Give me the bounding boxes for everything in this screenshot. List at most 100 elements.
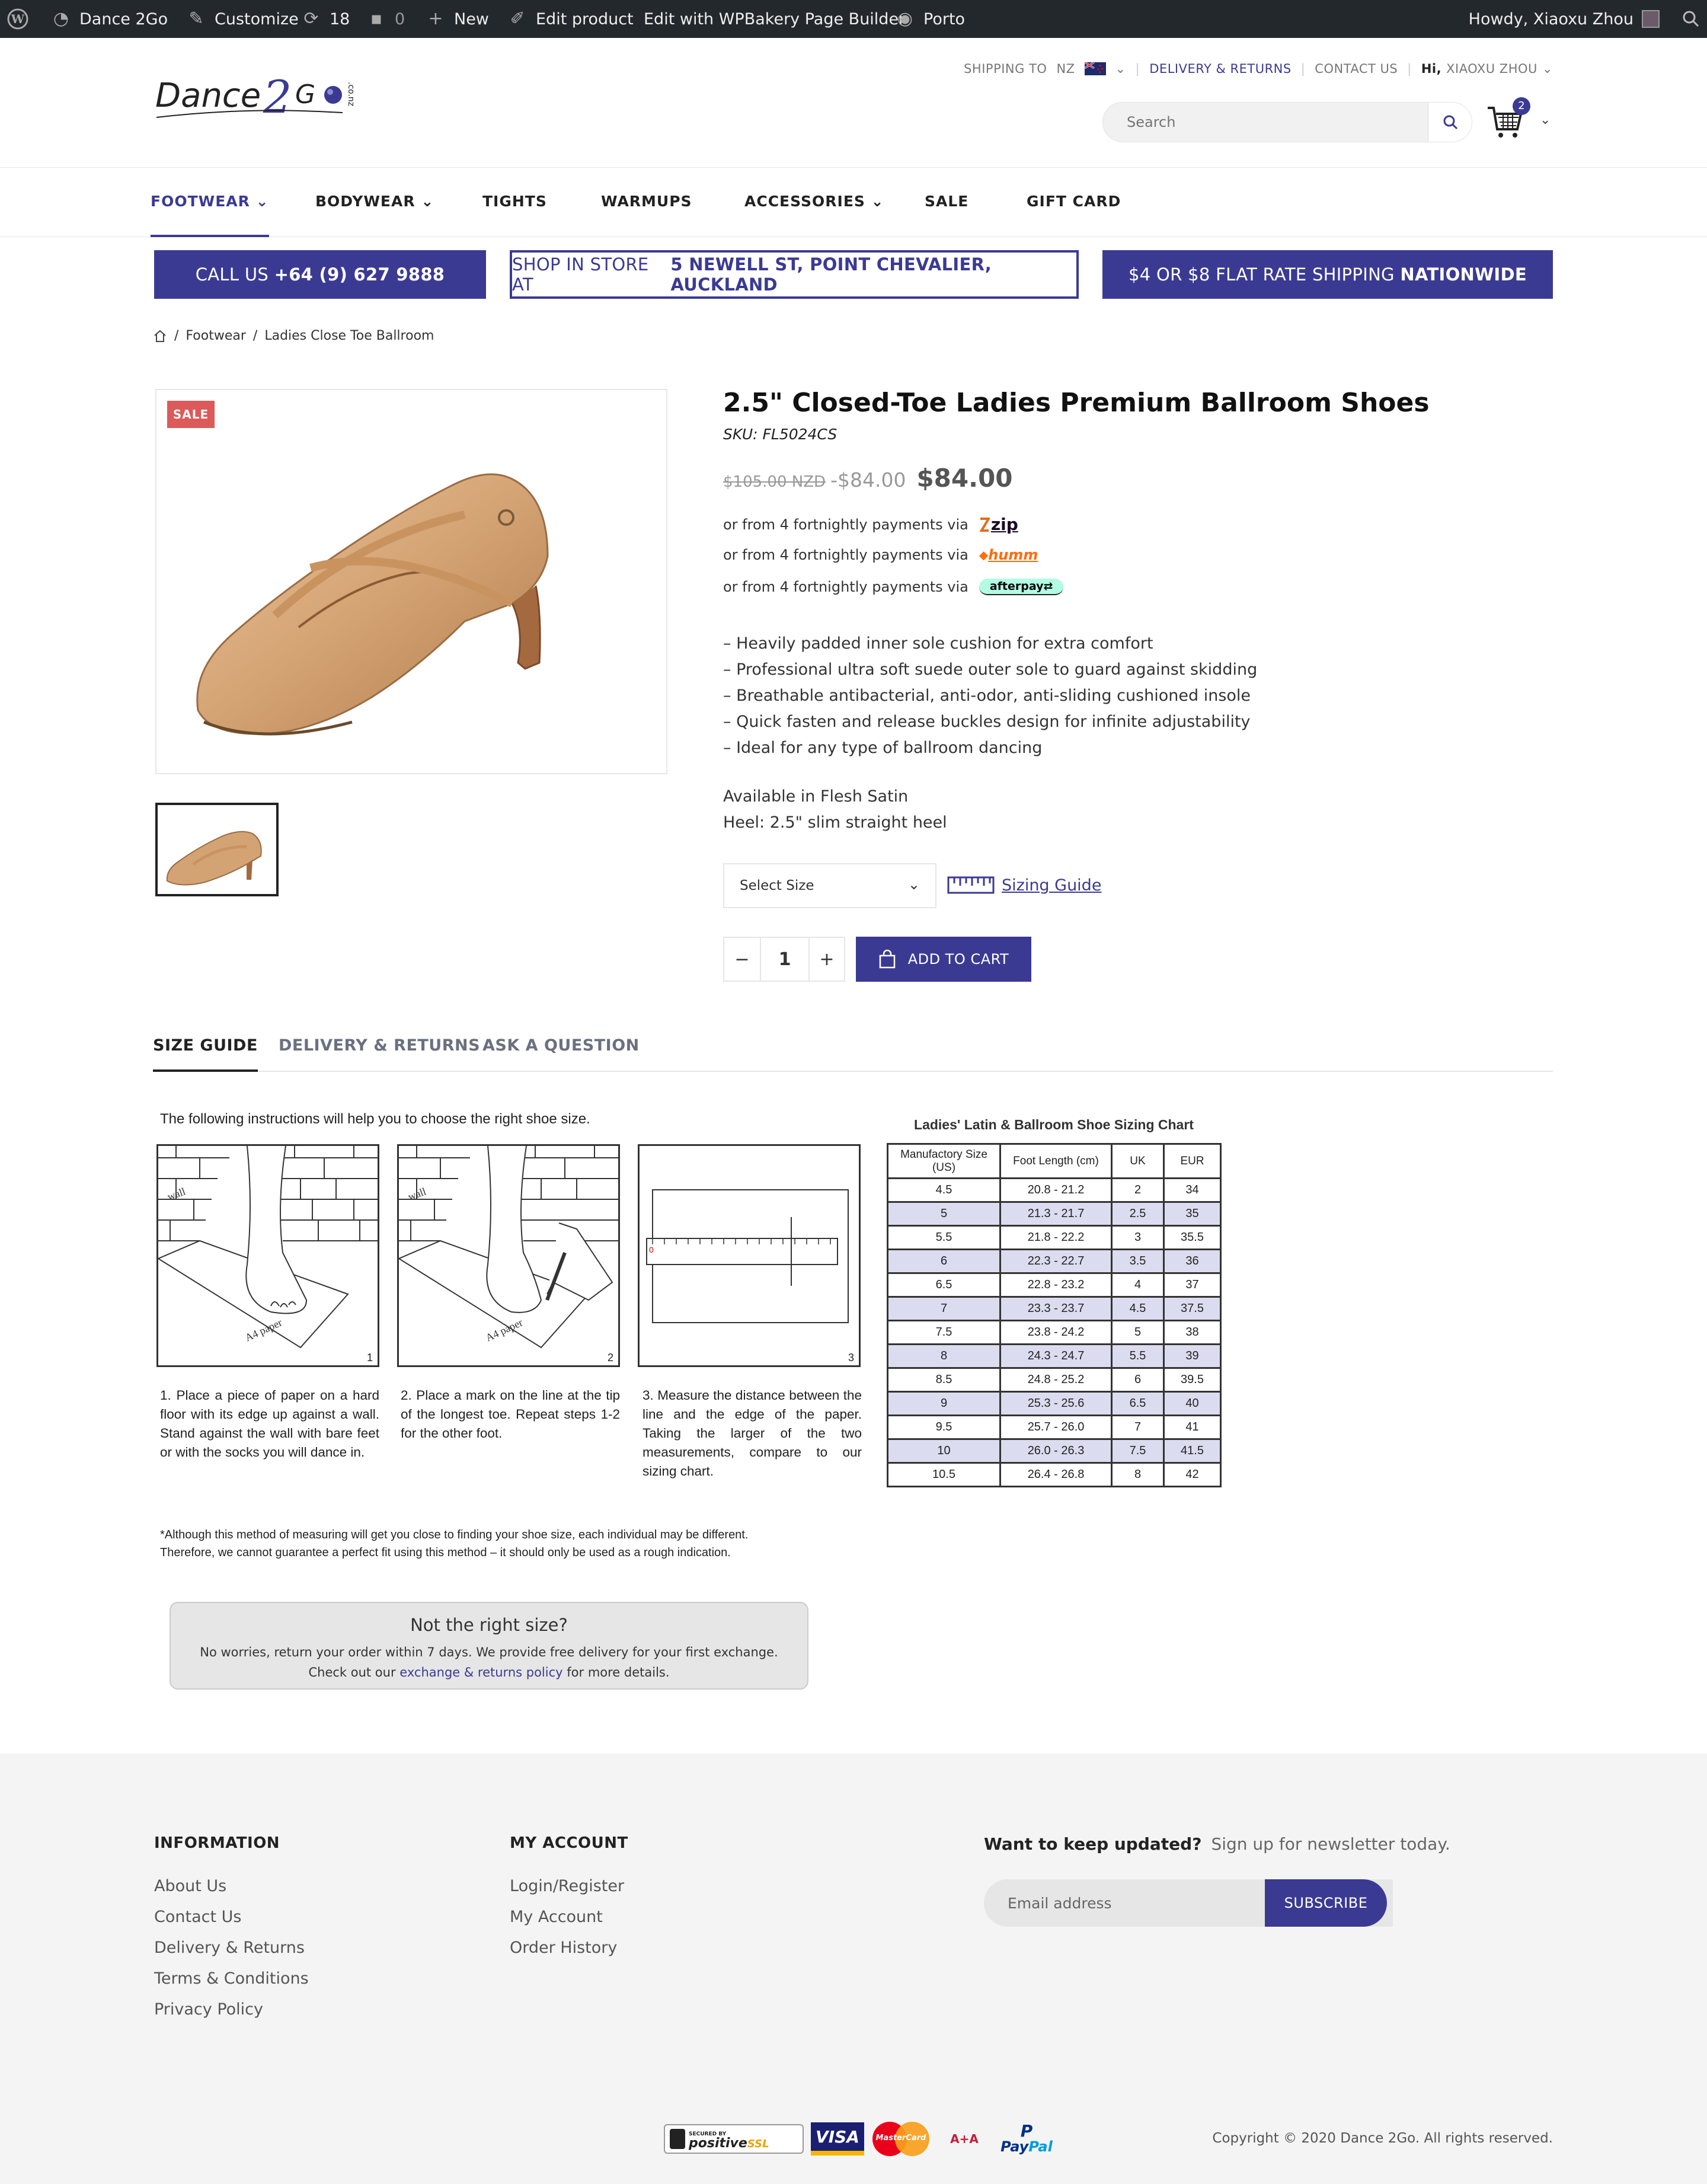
header-top-links: SHIPPING TO NZ ⌄ | DELIVERY & RETURNS | … (964, 62, 1553, 76)
footer-link-about[interactable]: About Us (154, 1877, 226, 1895)
step-2-illustration: wall A4 paper 2 (397, 1144, 620, 1367)
search-input[interactable] (1127, 103, 1423, 142)
table-row: 4.5 20.8 - 21.2 2 34 (887, 1177, 1222, 1203)
qty-input[interactable]: 1 (761, 938, 808, 981)
adminbar-search-icon[interactable] (1682, 0, 1700, 38)
table-row: 7.5 23.8 - 24.2 5 38 (887, 1320, 1222, 1345)
nav-accessories[interactable]: ACCESSORIES ⌄ (744, 193, 884, 210)
adminbar-customize[interactable]: ✎ Customize (186, 0, 298, 38)
table-cell: 25.3 - 25.6 (999, 1391, 1113, 1416)
table-row: 10 26.0 - 26.3 7.5 41.5 (887, 1438, 1222, 1464)
subscribe-button[interactable]: SUBSCRIBE (1265, 1879, 1387, 1927)
table-cell: 10.5 (887, 1462, 1001, 1487)
footer-info-title: INFORMATION (154, 1834, 280, 1852)
nav-warmups[interactable]: WARMUPS (601, 193, 692, 210)
footer-link-login[interactable]: Login/Register (510, 1877, 624, 1895)
chevron-down-icon: ⌄ (871, 193, 884, 210)
svg-text:A4 paper: A4 paper (243, 1316, 284, 1343)
footer-link-terms[interactable]: Terms & Conditions (154, 1969, 309, 1988)
svg-text:.co.nz: .co.nz (346, 82, 356, 106)
table-cell: 5.5 (1111, 1343, 1165, 1369)
wordpress-logo-icon[interactable]: W (7, 0, 28, 38)
theme-circle-icon: ◉ (897, 8, 913, 29)
qty-minus-button[interactable]: − (724, 938, 761, 981)
table-row: 8 24.3 - 24.7 5.5 39 (887, 1343, 1222, 1369)
table-cell: 24.8 - 25.2 (999, 1367, 1113, 1393)
table-cell: 9 (887, 1391, 1001, 1416)
nav-bodywear[interactable]: BODYWEAR ⌄ (315, 193, 434, 210)
svg-text:wall: wall (166, 1185, 187, 1202)
delivery-returns-link[interactable]: DELIVERY & RETURNS (1149, 62, 1291, 76)
payment-icons: SECURED BY positiveSSL VISA MasterCard A… (664, 2115, 1055, 2163)
tab-ask-question[interactable]: ASK A QUESTION (482, 1036, 640, 1055)
nav-sale[interactable]: SALE (925, 193, 968, 210)
chevron-down-icon[interactable]: ⌄ (1540, 113, 1551, 127)
promo-call[interactable]: CALL US +64 (9) 627 9888 (154, 250, 486, 299)
adminbar-updates[interactable]: ⟳ 18 (301, 0, 350, 38)
site-logo[interactable]: Dance 2 G .co.nz (153, 70, 373, 123)
brush-icon: ✎ (188, 8, 204, 29)
chevron-down-icon: ⌄ (1542, 62, 1553, 76)
size-select[interactable]: Select Size ⌄ (723, 863, 936, 908)
table-cell: 10 (887, 1438, 1001, 1464)
pay-zip-row: or from 4 fortnightly payments via zip (723, 515, 1018, 534)
zip-logo[interactable]: zip (979, 515, 1018, 534)
contact-us-link[interactable]: CONTACT US (1315, 62, 1398, 76)
breadcrumb-current: Ladies Close Toe Ballroom (264, 328, 434, 343)
table-cell: 25.7 - 26.0 (999, 1415, 1113, 1440)
table-cell: 8 (887, 1343, 1001, 1369)
exchange-returns-link[interactable]: exchange & returns policy (399, 1665, 562, 1679)
adminbar-edit-product[interactable]: ✐ Edit product (507, 0, 633, 38)
chevron-down-icon[interactable]: ⌄ (1115, 62, 1126, 76)
home-icon[interactable] (153, 330, 167, 343)
nz-flag-icon[interactable] (1084, 62, 1106, 75)
afterpay-logo[interactable]: afterpay⇄ (979, 579, 1064, 595)
feature-item: – Professional ultra soft suede outer so… (723, 660, 1258, 679)
adminbar-account[interactable]: Howdy, Xiaoxu Zhou (1469, 0, 1660, 38)
nav-gift-card[interactable]: GIFT CARD (1027, 193, 1121, 210)
table-cell: 6 (887, 1249, 1001, 1274)
wp-admin-bar: W ◔ Dance 2Go ✎ Customize ⟳ 18 ▪ 0 + New ✐ Edi… (0, 0, 1707, 38)
sizing-guide-link[interactable]: Sizing Guide (947, 874, 1101, 896)
product-thumbnail[interactable] (155, 803, 279, 896)
humm-logo[interactable]: ◆ humm (979, 547, 1038, 563)
table-cell: 3 (1111, 1225, 1165, 1250)
footer-link-orders[interactable]: Order History (510, 1939, 617, 1957)
step-1-illustration: wall A4 paper 1 (156, 1144, 379, 1367)
account-menu[interactable]: Hi, XIAOXU ZHOU ⌄ (1421, 62, 1553, 76)
table-cell: 21.8 - 22.2 (999, 1225, 1113, 1250)
table-cell: 37 (1163, 1272, 1222, 1298)
product-main-image[interactable] (155, 389, 667, 774)
search-button[interactable] (1428, 103, 1472, 142)
add-to-cart-button[interactable]: ADD TO CART (856, 937, 1031, 982)
footer-link-privacy[interactable]: Privacy Policy (154, 2000, 263, 2019)
adminbar-comments[interactable]: ▪ 0 (366, 0, 405, 38)
promo-shipping[interactable]: $4 OR $8 FLAT RATE SHIPPING NATIONWIDE (1102, 250, 1553, 299)
newsletter-heading: Want to keep updated? Sign up for newslet… (984, 1834, 1450, 1854)
search-icon (1443, 115, 1457, 130)
table-row: 10.5 26.4 - 26.8 8 42 (887, 1462, 1222, 1487)
footer-link-contact[interactable]: Contact Us (154, 1908, 241, 1926)
footer-link-delivery[interactable]: Delivery & Returns (154, 1939, 305, 1957)
promo-store[interactable]: SHOP IN STORE AT 5 NEWELL ST, POINT CHEV… (510, 250, 1079, 299)
adminbar-theme[interactable]: ◉ Porto (895, 0, 965, 38)
adminbar-new[interactable]: + New (426, 0, 488, 38)
adminbar-wpbakery[interactable]: Edit with WPBakery Page Builder (644, 0, 905, 38)
shipping-country[interactable]: NZ (1056, 62, 1075, 76)
positive-ssl-badge: SECURED BY positiveSSL (664, 2124, 804, 2154)
nav-tights[interactable]: TIGHTS (482, 193, 547, 210)
nav-footwear[interactable]: FOOTWEAR ⌄ (151, 193, 269, 237)
qty-plus-button[interactable]: + (808, 938, 844, 981)
pencil-icon: ✐ (510, 8, 525, 29)
table-cell: 20.8 - 21.2 (999, 1177, 1113, 1203)
footer-link-my-account[interactable]: My Account (510, 1908, 603, 1926)
tab-size-guide[interactable]: SIZE GUIDE (153, 1036, 258, 1072)
table-row: 9 25.3 - 25.6 6.5 40 (887, 1391, 1222, 1416)
svg-text:A4 paper: A4 paper (484, 1316, 525, 1343)
breadcrumb-footwear[interactable]: Footwear (186, 328, 245, 343)
pay-humm-row: or from 4 fortnightly payments via ◆ hum… (723, 547, 1038, 563)
table-row: 5 21.3 - 21.7 2.5 35 (887, 1201, 1222, 1227)
table-cell: 8.5 (887, 1367, 1001, 1393)
adminbar-site[interactable]: ◔ Dance 2Go (51, 0, 168, 38)
tab-delivery-returns[interactable]: DELIVERY & RETURNS (279, 1036, 480, 1055)
